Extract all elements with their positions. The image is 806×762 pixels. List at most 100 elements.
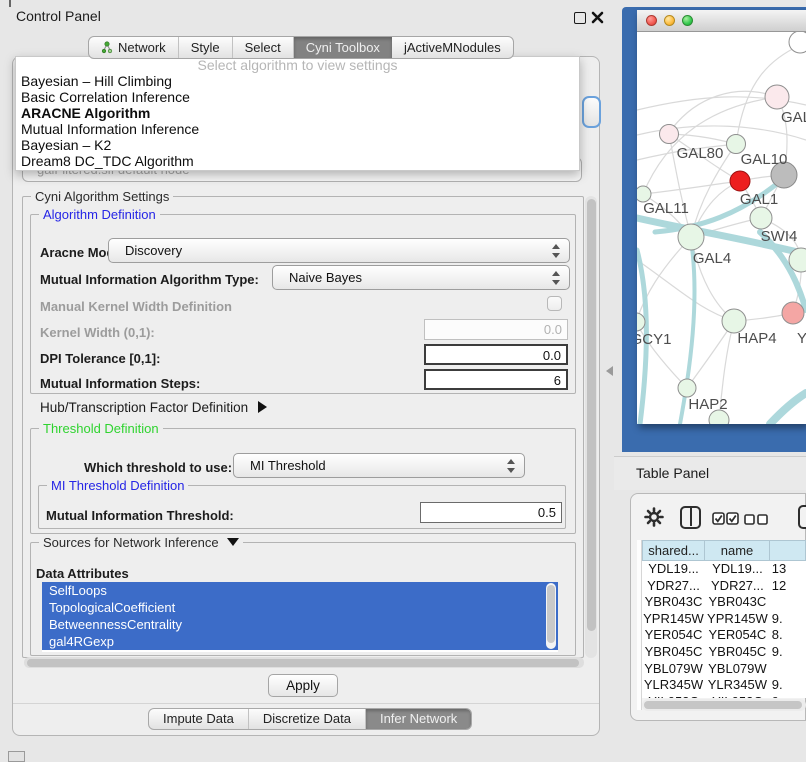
split-table-icon[interactable]: [680, 506, 701, 529]
list-item[interactable]: gal4RGexp: [42, 633, 558, 650]
dropdown-item[interactable]: Mutual Information Inference: [16, 121, 579, 137]
dropdown-item-selected[interactable]: ARACNE Algorithm: [16, 105, 579, 121]
list-item[interactable]: TopologicalCoefficient: [42, 599, 558, 616]
dropdown-item[interactable]: Dream8 DC_TDC Algorithm: [16, 153, 579, 169]
svg-text:GAL10: GAL10: [741, 151, 788, 168]
table-row[interactable]: YER054CYER054C8.: [642, 627, 806, 644]
dropdown-item[interactable]: Basic Correlation Inference: [16, 89, 579, 105]
mi-threshold-field[interactable]: 0.5: [420, 502, 562, 523]
dpi-tolerance-field[interactable]: 0.0: [424, 344, 568, 365]
svg-text:GAL4: GAL4: [693, 250, 731, 267]
kernel-width-field[interactable]: 0.0: [424, 319, 568, 340]
stepper-arrows-icon: [552, 244, 560, 258]
svg-text:GAL1: GAL1: [740, 191, 778, 208]
tab-select[interactable]: Select: [233, 37, 294, 58]
tab-jactivemnodules[interactable]: jActiveMNodules: [392, 37, 513, 58]
tab-network[interactable]: Network: [89, 37, 179, 58]
sources-group-title[interactable]: Sources for Network Inference: [39, 535, 243, 550]
network-node-gal4[interactable]: [678, 224, 704, 250]
tab-style[interactable]: Style: [179, 37, 233, 58]
network-node-gal80[interactable]: [660, 125, 679, 144]
network-node-hap2[interactable]: [678, 379, 696, 397]
deselect-all-checkboxes-icon[interactable]: [744, 514, 770, 525]
mi-threshold-group-title: MI Threshold Definition: [47, 478, 188, 493]
apply-button[interactable]: Apply: [268, 674, 338, 697]
network-node-gal1[interactable]: [750, 207, 772, 229]
which-threshold-combobox[interactable]: MI Threshold: [233, 453, 525, 478]
svg-text:HAP2: HAP2: [688, 396, 727, 413]
dropdown-item[interactable]: Bayesian – K2: [16, 137, 579, 153]
hub-section-toggle[interactable]: Hub/Transcription Factor Definition: [40, 400, 267, 415]
table-panel-title: Table Panel: [636, 465, 709, 481]
column-header[interactable]: name: [705, 540, 770, 561]
dock-handle-icon[interactable]: [8, 751, 25, 762]
gear-icon[interactable]: [644, 507, 664, 527]
frame-tick: [9, 0, 11, 7]
table-row[interactable]: YPR145WYPR145W9.: [642, 611, 806, 628]
network-node[interactable]: [782, 302, 804, 324]
dropdown-item[interactable]: Bayesian – Hill Climbing: [16, 73, 579, 89]
stepper-arrows-icon: [507, 459, 515, 473]
table-row[interactable]: YBR043CYBR043C: [642, 594, 806, 611]
table-row[interactable]: YBR045CYBR045C9.: [642, 644, 806, 661]
svg-text:Y: Y: [797, 330, 806, 347]
close-traffic-light[interactable]: [646, 15, 657, 26]
split-pane-collapse-icon[interactable]: [606, 366, 613, 376]
aracne-mode-combobox[interactable]: Discovery: [108, 238, 570, 263]
attributes-list-scrollbar[interactable]: [546, 583, 556, 649]
minimize-traffic-light[interactable]: [664, 15, 675, 26]
settings-horizontal-scrollbar[interactable]: [24, 657, 584, 668]
mi-steps-label: Mutual Information Steps:: [40, 376, 200, 391]
tab-discretize-data[interactable]: Discretize Data: [249, 709, 366, 729]
table-horizontal-scrollbar[interactable]: [642, 699, 806, 711]
data-attributes-label: Data Attributes: [36, 566, 129, 581]
collapse-arrow-icon: [227, 538, 239, 546]
float-window-icon[interactable]: [574, 12, 586, 24]
algorithm-dropdown-list: Select algorithm to view settings Bayesi…: [15, 56, 580, 171]
mi-algorithm-type-combobox[interactable]: Naive Bayes: [272, 265, 570, 290]
svg-text:SWI4: SWI4: [761, 228, 798, 245]
mi-threshold-label: Mutual Information Threshold:: [46, 508, 234, 523]
select-all-checkboxes-icon[interactable]: [712, 512, 740, 525]
mi-steps-field[interactable]: 6: [424, 369, 568, 390]
list-item[interactable]: BetweennessCentrality: [42, 616, 558, 633]
network-icon: [101, 41, 113, 54]
tab-impute-data[interactable]: Impute Data: [149, 709, 249, 729]
network-node[interactable]: [765, 85, 789, 109]
table-function-icon[interactable]: [798, 505, 806, 529]
table-row[interactable]: YLR345WYLR345W9.: [642, 677, 806, 694]
tab-infer-network[interactable]: Infer Network: [366, 709, 471, 729]
zoom-traffic-light[interactable]: [682, 15, 693, 26]
stepper-arrows-icon: [552, 271, 560, 285]
divider: [13, 703, 599, 704]
dropdown-prompt: Select algorithm to view settings: [16, 57, 579, 73]
column-header[interactable]: shared...: [642, 540, 705, 561]
svg-text:HAP4: HAP4: [737, 330, 776, 347]
inference-algorithm-combobox-sliver[interactable]: [582, 96, 601, 128]
settings-group-title: Cyni Algorithm Settings: [31, 189, 173, 204]
table-row[interactable]: YDL19...YDL19...13: [642, 561, 806, 578]
settings-vertical-scrollbar[interactable]: [585, 196, 597, 658]
close-icon[interactable]: [591, 11, 604, 24]
which-threshold-label: Which threshold to use:: [84, 460, 232, 475]
list-item[interactable]: SelfLoops: [42, 582, 558, 599]
control-panel-title: Control Panel: [16, 8, 101, 24]
tab-cyni-toolbox[interactable]: Cyni Toolbox: [294, 37, 392, 58]
manual-kernel-width-label: Manual Kernel Width Definition: [40, 299, 232, 314]
column-header[interactable]: [770, 540, 806, 561]
svg-text:GCY1: GCY1: [637, 331, 671, 348]
data-attributes-list: SelfLoops TopologicalCoefficient Between…: [42, 582, 558, 652]
threshold-definition-title: Threshold Definition: [39, 421, 163, 436]
svg-text:GAL: GAL: [781, 109, 806, 126]
bottom-tabbar: Impute Data Discretize Data Infer Networ…: [148, 708, 472, 730]
mi-algorithm-type-label: Mutual Information Algorithm Type:: [40, 272, 259, 287]
table-row[interactable]: YIL052CYIL052C9.: [642, 694, 806, 698]
table-row[interactable]: YBL079WYBL079W: [642, 661, 806, 678]
network-node-selected[interactable]: [730, 171, 750, 191]
network-canvas[interactable]: GAL GAL80 GAL10 GAL1 GAL11 SWI4 GAL4 GCY…: [637, 32, 806, 424]
dpi-tolerance-label: DPI Tolerance [0,1]:: [40, 351, 160, 366]
table-row[interactable]: YDR27...YDR27...12: [642, 578, 806, 595]
network-window-titlebar[interactable]: [637, 10, 806, 32]
table-body: YDL19...YDL19...13 YDR27...YDR27...12 YB…: [642, 561, 806, 698]
manual-kernel-width-checkbox[interactable]: [547, 296, 562, 311]
